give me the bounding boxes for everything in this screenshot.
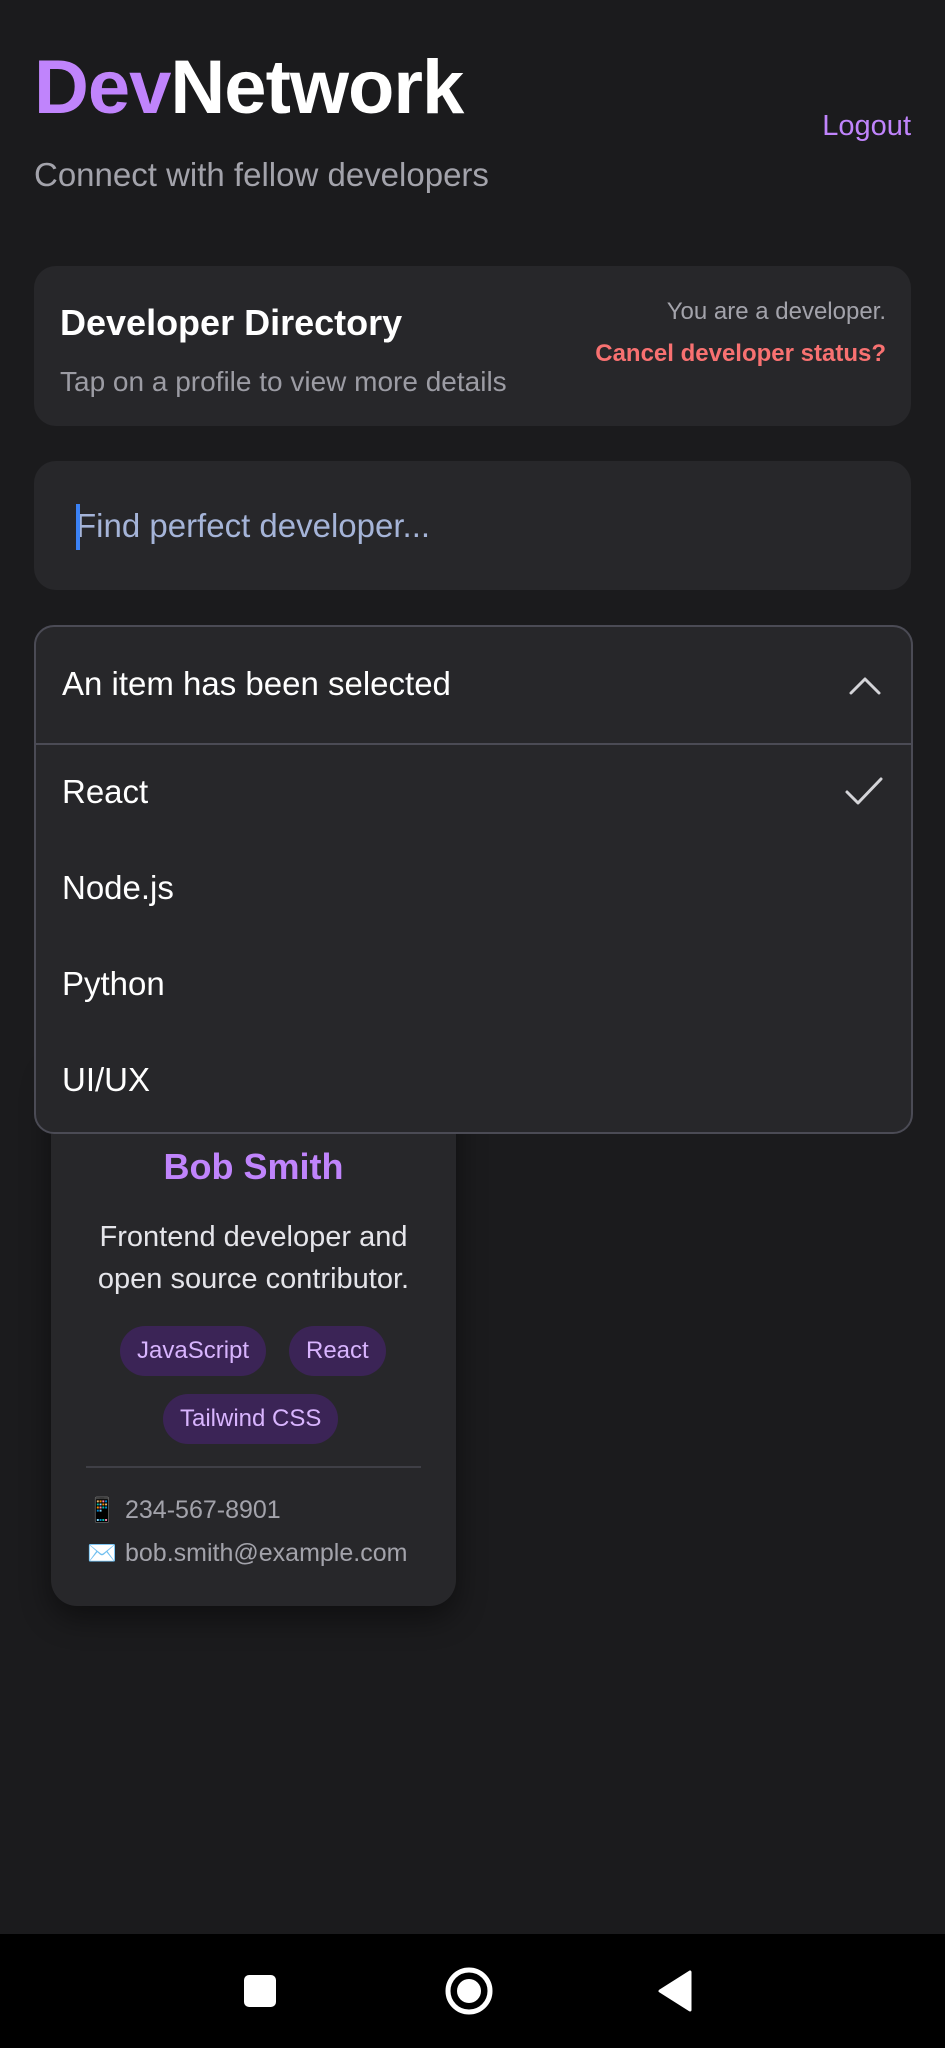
phone-icon: 📱 [87,1497,117,1524]
system-navigation-bar [0,1934,945,2048]
search-box [34,461,911,590]
home-circle-icon[interactable] [436,1958,502,2024]
chevron-up-icon [849,677,881,695]
skill-tag: Tailwind CSS [163,1394,339,1444]
checkmark-icon [845,777,883,805]
developer-directory-card: Developer Directory Tap on a profile to … [34,266,911,426]
email-icon: ✉️ [87,1540,117,1567]
skill-tag: JavaScript [120,1326,267,1376]
search-input[interactable] [76,461,876,590]
dropdown-option-nodejs[interactable]: Node.js [36,841,911,937]
option-label: React [62,773,149,810]
contact-email: ✉️ bob.smith@example.com [87,1539,407,1568]
directory-title: Developer Directory [60,302,403,343]
dropdown-option-react[interactable]: React [36,745,911,841]
skill-filter-dropdown: An item has been selected React Node.js … [34,625,913,1134]
email-address: bob.smith@example.com [125,1539,408,1567]
dropdown-selected-label: An item has been selected [62,665,451,702]
option-label: UI/UX [62,1061,151,1098]
profile-bio: Frontend developer and open source contr… [97,1221,410,1295]
profile-name: Bob Smith [163,1146,344,1187]
recents-square-icon[interactable] [227,1958,293,2024]
brand-network-text: Network [170,45,464,130]
phone-number: 234-567-8901 [125,1496,281,1524]
skill-tag: React [289,1326,386,1376]
developer-status-text: You are a developer. [666,298,886,325]
option-label: Node.js [62,869,174,906]
contact-phone: 📱 234-567-8901 [87,1496,281,1525]
profile-card[interactable]: Bob Smith Frontend developer and open so… [51,938,456,1606]
app-logo-title: DevNetwork [34,50,464,126]
dropdown-option-python[interactable]: Python [36,937,911,1033]
dropdown-toggle[interactable]: An item has been selected [36,627,911,745]
dropdown-option-uiux[interactable]: UI/UX [36,1033,911,1129]
directory-subtitle: Tap on a profile to view more details [60,366,507,397]
option-label: Python [62,965,165,1002]
brand-dev-text: Dev [34,45,171,130]
tagline: Connect with fellow developers [34,156,489,193]
back-triangle-icon[interactable] [643,1958,709,2024]
cancel-developer-status-link[interactable]: Cancel developer status? [595,340,886,368]
profile-divider [86,1466,421,1468]
text-cursor [76,504,80,550]
logout-button[interactable]: Logout [822,110,911,143]
